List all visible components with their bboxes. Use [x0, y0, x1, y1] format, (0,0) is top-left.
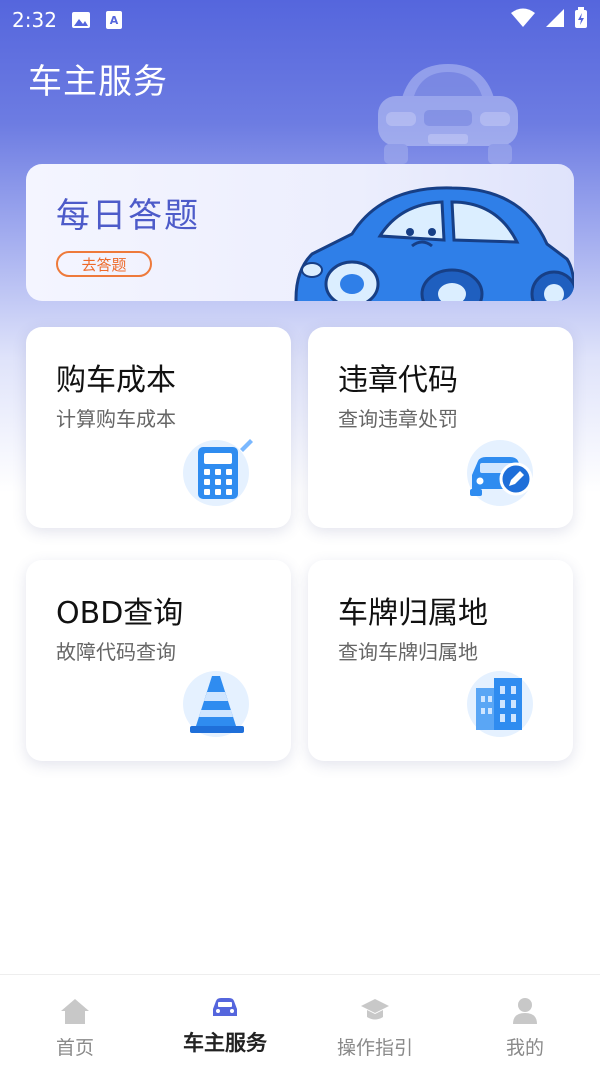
car-icon — [211, 997, 239, 1023]
traffic-cone-icon — [182, 668, 254, 740]
go-quiz-button[interactable]: 去答题 — [56, 251, 152, 277]
building-icon — [464, 668, 536, 740]
status-time: 2:32 — [12, 8, 57, 32]
car-cost-tile[interactable]: 购车成本 计算购车成本 — [26, 327, 291, 528]
tile-title: 违章代码 — [338, 363, 458, 398]
tile-subtitle: 查询车牌归属地 — [338, 640, 478, 664]
tile-title: 车牌归属地 — [338, 596, 488, 631]
daily-quiz-card[interactable]: 每日答题 去答题 — [26, 164, 574, 301]
tab-me[interactable]: 我的 — [450, 975, 600, 1066]
tile-subtitle: 计算购车成本 — [56, 407, 176, 431]
calculator-icon — [182, 435, 254, 507]
tile-title: 购车成本 — [56, 363, 176, 398]
tile-subtitle: 故障代码查询 — [56, 640, 176, 664]
tab-home[interactable]: 首页 — [0, 975, 150, 1066]
violation-code-tile[interactable]: 违章代码 查询违章处罚 — [308, 327, 573, 528]
image-notification-icon — [71, 11, 91, 29]
daily-quiz-title: 每日答题 — [56, 196, 200, 236]
status-bar: 2:32 A — [0, 0, 600, 40]
battery-icon — [574, 7, 588, 33]
car-edit-icon — [464, 435, 536, 507]
tile-title: OBD查询 — [56, 596, 184, 631]
tile-subtitle: 查询违章处罚 — [338, 407, 458, 431]
signal-icon — [544, 8, 566, 32]
bottom-tab-bar: 首页 车主服务 操作指引 我的 — [0, 974, 600, 1066]
svg-text:A: A — [110, 14, 119, 27]
tab-label: 我的 — [505, 1037, 544, 1059]
wifi-icon — [510, 8, 536, 32]
obd-query-tile[interactable]: OBD查询 故障代码查询 — [26, 560, 291, 761]
user-icon — [512, 997, 538, 1029]
cartoon-car-illustration — [292, 174, 574, 301]
tab-label: 首页 — [55, 1037, 94, 1059]
graduation-cap-icon — [360, 997, 390, 1027]
header-car-illustration — [372, 58, 524, 170]
tab-car-service[interactable]: 车主服务 — [150, 975, 300, 1066]
plate-region-tile[interactable]: 车牌归属地 查询车牌归属地 — [308, 560, 573, 761]
app-notification-icon: A — [105, 10, 123, 30]
tab-label: 操作指引 — [336, 1037, 413, 1059]
tab-label: 车主服务 — [183, 1031, 267, 1055]
tab-guide[interactable]: 操作指引 — [300, 975, 450, 1066]
page-title: 车主服务 — [28, 62, 168, 102]
home-icon — [60, 997, 90, 1029]
